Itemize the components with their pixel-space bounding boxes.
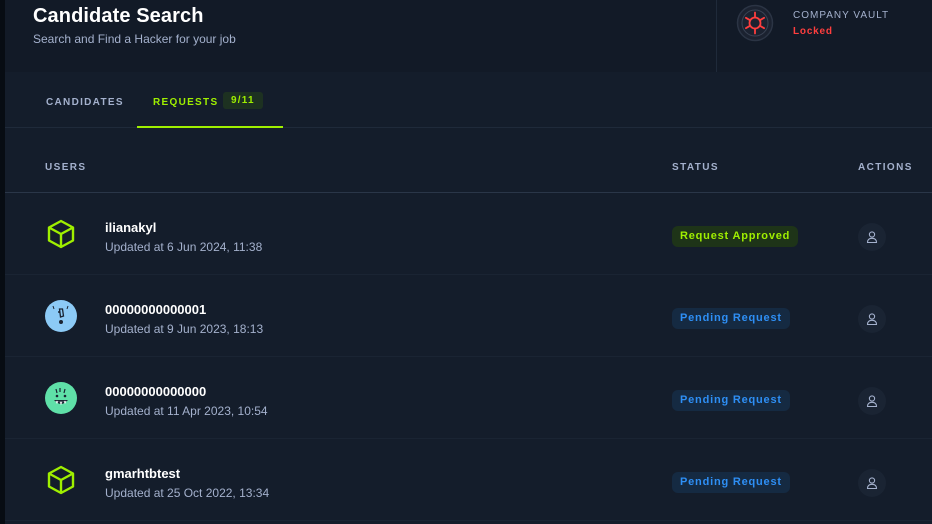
page-header: Candidate Search Search and Find a Hacke… [5, 0, 932, 72]
green-cube-icon [47, 219, 75, 249]
view-user-button[interactable] [858, 223, 886, 251]
page-subtitle: Search and Find a Hacker for your job [33, 32, 236, 46]
updated-at: Updated at 11 Apr 2023, 10:54 [105, 404, 268, 418]
header-divider [716, 0, 717, 72]
updated-at: Updated at 6 Jun 2024, 11:38 [105, 240, 263, 254]
column-header-status: STATUS [672, 162, 719, 173]
vault-status: Locked [793, 26, 833, 37]
updated-at: Updated at 9 Jun 2023, 18:13 [105, 322, 264, 336]
tab-requests-label: REQUESTS [153, 97, 219, 108]
blue-face-avatar [45, 300, 77, 332]
user-icon [866, 477, 878, 490]
table-header: USERS STATUS ACTIONS [5, 129, 932, 193]
tab-candidates-label: CANDIDATES [46, 97, 124, 108]
user-name[interactable]: 00000000000001 [105, 302, 206, 317]
status-badge: Request Approved [672, 226, 799, 247]
status-badge: Pending Request [672, 390, 790, 411]
user-name[interactable]: 00000000000000 [105, 384, 206, 399]
status-badge: Pending Request [672, 472, 790, 493]
view-user-button[interactable] [858, 387, 886, 415]
column-header-users: USERS [45, 162, 87, 173]
column-header-actions: ACTIONS [858, 162, 913, 173]
user-icon [866, 395, 878, 408]
view-user-button[interactable] [858, 469, 886, 497]
requests-count-badge: 9/11 [223, 92, 263, 109]
user-icon [866, 313, 878, 326]
status-badge: Pending Request [672, 308, 790, 329]
vault-label: COMPANY VAULT [793, 10, 890, 21]
tab-candidates[interactable]: CANDIDATES [33, 72, 137, 128]
green-cube-icon [47, 465, 75, 495]
table-row: gmarhtbtest Updated at 25 Oct 2022, 13:3… [5, 440, 932, 521]
user-icon [866, 231, 878, 244]
vault-wheel-icon [736, 4, 774, 42]
user-name[interactable]: gmarhtbtest [105, 466, 180, 481]
view-user-button[interactable] [858, 305, 886, 333]
requests-panel: CANDIDATES REQUESTS 9/11 USERS STATUS AC… [5, 72, 932, 524]
updated-at: Updated at 25 Oct 2022, 13:34 [105, 486, 270, 500]
page-title: Candidate Search [33, 5, 204, 27]
tabs-bar: CANDIDATES REQUESTS 9/11 [5, 72, 932, 128]
user-name[interactable]: ilianakyl [105, 220, 156, 235]
tab-requests[interactable]: REQUESTS 9/11 [137, 72, 283, 128]
table-row: 00000000000000 Updated at 11 Apr 2023, 1… [5, 358, 932, 439]
table-row: 00000000000001 Updated at 9 Jun 2023, 18… [5, 276, 932, 357]
table-row: ilianakyl Updated at 6 Jun 2024, 11:38 R… [5, 194, 932, 275]
green-monster-avatar [45, 382, 77, 414]
